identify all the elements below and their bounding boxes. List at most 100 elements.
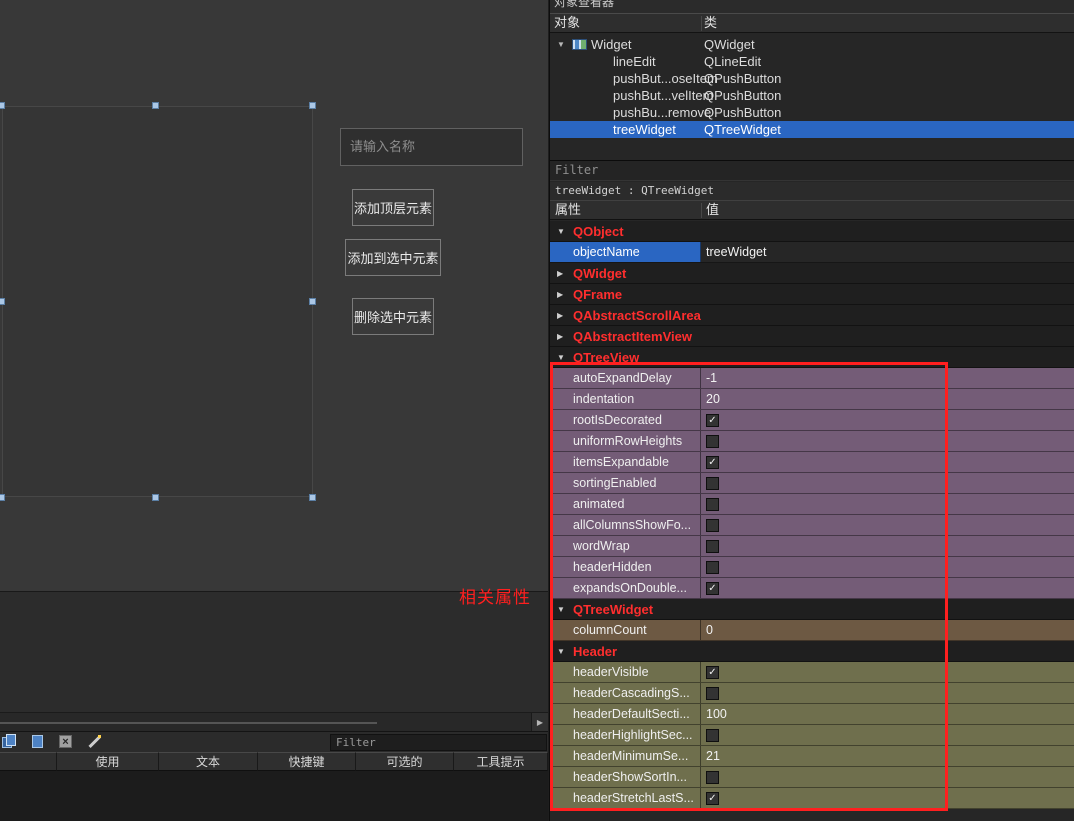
- property-name-cell[interactable]: animated: [550, 494, 701, 514]
- property-name-cell[interactable]: autoExpandDelay: [550, 368, 701, 388]
- expand-arrow-icon[interactable]: ▶: [557, 311, 563, 320]
- property-name-cell[interactable]: indentation: [550, 389, 701, 409]
- action-filter-input[interactable]: Filter: [330, 734, 547, 751]
- object-tree-row[interactable]: pushBut...oseItem QPushButton: [550, 70, 1074, 87]
- object-tree-row[interactable]: pushBut...velItem QPushButton: [550, 87, 1074, 104]
- checkbox[interactable]: [706, 539, 719, 553]
- property-category-row[interactable]: ▼ Header: [550, 641, 1074, 662]
- property-value-cell[interactable]: treeWidget: [701, 242, 1074, 262]
- object-tree-row[interactable]: treeWidget QTreeWidget: [550, 121, 1074, 138]
- duplicate-action-icon[interactable]: [29, 734, 47, 751]
- add-top-level-button[interactable]: 添加顶层元素: [352, 189, 434, 226]
- column-divider[interactable]: [701, 203, 702, 218]
- selection-handle[interactable]: [309, 298, 316, 305]
- delete-action-icon[interactable]: ×: [57, 734, 75, 751]
- selection-handle[interactable]: [0, 298, 5, 305]
- configure-icon[interactable]: [86, 734, 104, 751]
- selection-handle[interactable]: [0, 102, 5, 109]
- form-canvas[interactable]: 请输入名称 添加顶层元素 添加到选中元素 删除选中元素: [0, 0, 548, 592]
- expand-arrow-icon[interactable]: ▼: [557, 353, 565, 362]
- checkbox[interactable]: ✓: [706, 791, 719, 805]
- property-name-cell[interactable]: uniformRowHeights: [550, 431, 701, 451]
- property-value-cell[interactable]: [701, 494, 1074, 514]
- add-to-selected-button[interactable]: 添加到选中元素: [345, 239, 441, 276]
- checkbox[interactable]: [706, 770, 719, 784]
- column-header-object[interactable]: 对象: [554, 14, 580, 32]
- scroll-right-button[interactable]: ▶: [531, 713, 548, 732]
- property-value-cell[interactable]: ✓: [701, 788, 1074, 808]
- new-action-icon[interactable]: [1, 734, 19, 751]
- property-name-cell[interactable]: rootIsDecorated: [550, 410, 701, 430]
- property-value-cell[interactable]: ✓: [701, 410, 1074, 430]
- property-value-cell[interactable]: -1: [701, 368, 1074, 388]
- property-value-cell[interactable]: [701, 515, 1074, 535]
- property-name-cell[interactable]: headerShowSortIn...: [550, 767, 701, 787]
- action-header-blank[interactable]: [0, 752, 57, 771]
- action-header-checkable[interactable]: 可选的: [356, 752, 454, 771]
- property-value-cell[interactable]: 20: [701, 389, 1074, 409]
- property-value-cell[interactable]: [701, 725, 1074, 745]
- property-name-cell[interactable]: expandsOnDouble...: [550, 578, 701, 598]
- property-name-cell[interactable]: itemsExpandable: [550, 452, 701, 472]
- action-header-tooltip[interactable]: 工具提示: [454, 752, 548, 771]
- property-category-row[interactable]: ▶ QWidget: [550, 263, 1074, 284]
- column-divider[interactable]: [701, 16, 702, 31]
- object-tree-row[interactable]: ▼ Widget QWidget: [550, 36, 1074, 53]
- checkbox[interactable]: ✓: [706, 665, 719, 679]
- property-category-row[interactable]: ▼ QObject: [550, 221, 1074, 242]
- checkbox[interactable]: ✓: [706, 455, 719, 469]
- property-name-cell[interactable]: sortingEnabled: [550, 473, 701, 493]
- scrollbar-track[interactable]: [0, 722, 377, 724]
- property-name-cell[interactable]: allColumnsShowFo...: [550, 515, 701, 535]
- checkbox[interactable]: ✓: [706, 581, 719, 595]
- action-header-shortcut[interactable]: 快捷键: [258, 752, 356, 771]
- property-name-cell[interactable]: objectName: [550, 242, 701, 262]
- property-name-cell[interactable]: columnCount: [550, 620, 701, 640]
- property-value-cell[interactable]: ✓: [701, 578, 1074, 598]
- property-name-cell[interactable]: headerVisible: [550, 662, 701, 682]
- property-value-cell[interactable]: [701, 767, 1074, 787]
- property-category-row[interactable]: ▼ QTreeView: [550, 347, 1074, 368]
- property-category-row[interactable]: ▼ QTreeWidget: [550, 599, 1074, 620]
- expand-arrow-icon[interactable]: ▼: [557, 647, 565, 656]
- checkbox[interactable]: [706, 518, 719, 532]
- column-header-property[interactable]: 属性: [555, 201, 581, 219]
- property-value-cell[interactable]: ✓: [701, 662, 1074, 682]
- expand-arrow-icon[interactable]: ▼: [557, 40, 565, 49]
- property-name-cell[interactable]: headerHighlightSec...: [550, 725, 701, 745]
- selection-handle[interactable]: [309, 494, 316, 501]
- checkbox[interactable]: [706, 476, 719, 490]
- selection-handle[interactable]: [0, 494, 5, 501]
- object-tree-row[interactable]: pushBu...remove QPushButton: [550, 104, 1074, 121]
- action-header-text[interactable]: 文本: [159, 752, 258, 771]
- name-input[interactable]: 请输入名称: [340, 128, 523, 166]
- checkbox[interactable]: [706, 560, 719, 574]
- selection-handle[interactable]: [309, 102, 316, 109]
- property-name-cell[interactable]: headerMinimumSe...: [550, 746, 701, 766]
- property-value-cell[interactable]: 100: [701, 704, 1074, 724]
- property-value-cell[interactable]: ✓: [701, 452, 1074, 472]
- column-header-class[interactable]: 类: [704, 14, 717, 32]
- expand-arrow-icon[interactable]: ▶: [557, 290, 563, 299]
- expand-arrow-icon[interactable]: ▶: [557, 332, 563, 341]
- property-category-row[interactable]: ▶ QAbstractItemView: [550, 326, 1074, 347]
- property-value-cell[interactable]: 0: [701, 620, 1074, 640]
- property-name-cell[interactable]: wordWrap: [550, 536, 701, 556]
- object-tree-row[interactable]: lineEdit QLineEdit: [550, 53, 1074, 70]
- action-header-used[interactable]: 使用: [57, 752, 159, 771]
- expand-arrow-icon[interactable]: ▼: [557, 227, 565, 236]
- property-name-cell[interactable]: headerDefaultSecti...: [550, 704, 701, 724]
- property-name-cell[interactable]: headerCascadingS...: [550, 683, 701, 703]
- property-category-row[interactable]: ▶ QFrame: [550, 284, 1074, 305]
- checkbox[interactable]: [706, 497, 719, 511]
- property-filter-input[interactable]: Filter: [550, 160, 1074, 181]
- designed-tree-widget[interactable]: [2, 106, 313, 497]
- checkbox[interactable]: [706, 728, 719, 742]
- property-name-cell[interactable]: headerHidden: [550, 557, 701, 577]
- property-category-row[interactable]: ▶ QAbstractScrollArea: [550, 305, 1074, 326]
- column-header-value[interactable]: 值: [706, 201, 719, 219]
- property-value-cell[interactable]: [701, 536, 1074, 556]
- property-value-cell[interactable]: [701, 557, 1074, 577]
- delete-selected-button[interactable]: 删除选中元素: [352, 298, 434, 335]
- property-value-cell[interactable]: [701, 473, 1074, 493]
